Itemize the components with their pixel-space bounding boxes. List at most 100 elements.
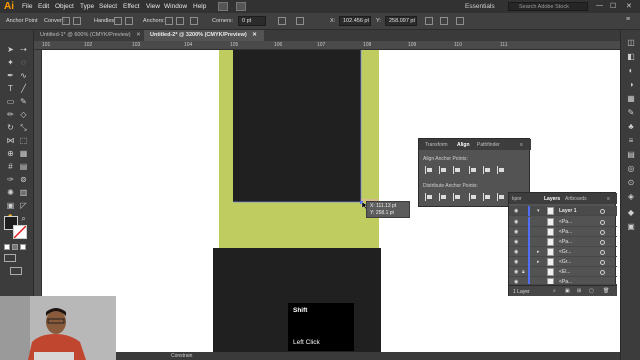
color-icon[interactable]: ◐ [626, 66, 636, 76]
gradient-icon[interactable]: ▤ [626, 150, 636, 160]
distribute-vertical-center-icon[interactable] [439, 193, 447, 201]
dark-inner-shape[interactable] [233, 50, 361, 202]
layers-menu-icon[interactable]: ≡ [607, 196, 610, 202]
vertical-align-top-icon[interactable] [469, 166, 477, 174]
artboards-icon[interactable]: ▣ [626, 222, 636, 232]
tab-artboards[interactable]: Artboards [565, 196, 587, 202]
new-sublayer-icon[interactable]: ⊞ [577, 288, 581, 294]
symbols-icon[interactable]: ♣ [626, 122, 636, 132]
sublayer-thumbnail [547, 228, 554, 236]
distribute-anchor-points-label: Distribute Anchor Points: [423, 183, 478, 189]
layers-panel: kpor Layers Artboards ≡ ◉ ▾ Layer 1 ◉ <P… [508, 192, 617, 296]
tooltip-y: Y: 258.1 pt [370, 210, 394, 216]
tab-export[interactable]: kpor [512, 196, 522, 202]
key-shift: Shift [293, 307, 308, 314]
sublayer-name[interactable]: <Gr... [559, 257, 571, 267]
layers-icon[interactable]: ◆ [626, 208, 636, 218]
sublayer-name[interactable]: <Pa... [559, 277, 572, 284]
align-anchor-points-label: Align Anchor Points: [423, 156, 468, 162]
layer-color-bar [528, 257, 530, 267]
libraries-icon[interactable]: ◧ [626, 52, 636, 62]
distribute-left-icon[interactable] [469, 193, 477, 201]
sublayer-thumbnail [547, 218, 554, 226]
layer-row[interactable]: ◉ ▾ Layer 1 [509, 206, 617, 216]
vertical-align-center-icon[interactable] [483, 166, 491, 174]
expand-chevron-icon[interactable]: ▸ [537, 247, 540, 257]
presenter-image [0, 296, 116, 360]
layer-color-bar [528, 247, 530, 257]
target-circle-icon[interactable] [600, 230, 605, 235]
horizontal-align-right-icon[interactable] [453, 166, 461, 174]
expand-chevron-icon[interactable]: ▸ [537, 257, 540, 267]
sublayer-name[interactable]: <El... [559, 267, 571, 277]
visibility-eye-icon[interactable]: ◉ [514, 237, 518, 247]
tab-align[interactable]: Align [457, 142, 470, 148]
sublayer-row[interactable]: ◉ <Pa... [509, 227, 617, 237]
sublayer-row[interactable]: ◉ <Pa... [509, 277, 617, 285]
presenter-webcam [0, 296, 116, 360]
new-layer-icon[interactable]: ▢ [589, 288, 594, 294]
sublayer-thumbnail [547, 268, 554, 276]
delete-layer-icon[interactable]: 🗑︎ [603, 288, 609, 294]
layer-color-bar [528, 267, 530, 277]
brushes-icon[interactable]: ✎ [626, 108, 636, 118]
sublayer-row[interactable]: ◉ ▸ <Gr... [509, 257, 617, 267]
tab-transform[interactable]: Transform [425, 142, 448, 148]
keystroke-overlay: Shift Left Click [288, 303, 354, 351]
sublayer-thumbnail [547, 238, 554, 246]
expand-chevron-icon[interactable]: ▾ [537, 206, 540, 216]
layer-color-bar [528, 217, 530, 227]
layer-count: 1 Layer [513, 289, 530, 295]
target-circle-icon[interactable] [600, 260, 605, 265]
transparency-icon[interactable]: ◎ [626, 164, 636, 174]
sublayer-row[interactable]: ◉ <Pa... [509, 217, 617, 227]
target-circle-icon[interactable] [600, 250, 605, 255]
tooltip-x: X: 111.13 pt [370, 203, 397, 209]
horizontal-align-left-icon[interactable] [425, 166, 433, 174]
distribute-bottom-icon[interactable] [453, 193, 461, 201]
target-circle-icon[interactable] [600, 240, 605, 245]
distribute-top-icon[interactable] [425, 193, 433, 201]
horizontal-align-center-icon[interactable] [439, 166, 447, 174]
distribute-right-icon[interactable] [497, 193, 505, 201]
sublayer-thumbnail [547, 248, 554, 256]
sublayer-name[interactable]: <Pa... [559, 227, 572, 237]
appearance-icon[interactable]: ⊙ [626, 178, 636, 188]
distribute-horizontal-center-icon[interactable] [483, 193, 491, 201]
target-circle-icon[interactable] [600, 220, 605, 225]
sublayer-name[interactable]: <Pa... [559, 237, 572, 247]
sublayer-row[interactable]: ◉ 🔒︎ <El... [509, 267, 617, 277]
make-clipping-mask-icon[interactable]: ▣ [565, 288, 570, 294]
visibility-eye-icon[interactable]: ◉ [514, 277, 518, 284]
visibility-eye-icon[interactable]: ◉ [514, 247, 518, 257]
status-bar: Constrain [34, 352, 620, 360]
visibility-eye-icon[interactable]: ◉ [514, 217, 518, 227]
visibility-eye-icon[interactable]: ◉ [514, 257, 518, 267]
swatches-icon[interactable]: ▦ [626, 94, 636, 104]
tab-layers[interactable]: Layers [544, 196, 560, 202]
align-panel-tabs: Transform Align Pathfinder ≡ [419, 139, 531, 150]
visibility-eye-icon[interactable]: ◉ [514, 227, 518, 237]
panel-menu-icon[interactable]: ≡ [520, 142, 523, 148]
layer-thumbnail [547, 207, 554, 215]
visibility-eye-icon[interactable]: ◉ [514, 206, 518, 216]
sublayer-name[interactable]: <Gr... [559, 247, 571, 257]
target-circle-icon[interactable] [600, 270, 605, 275]
status-label: Constrain [171, 353, 193, 359]
graphic-styles-icon[interactable]: ◈ [626, 192, 636, 202]
sublayer-row[interactable]: ◉ ▸ <Gr... [509, 247, 617, 257]
layer-color-bar [528, 277, 530, 284]
smart-guide-tooltip: X: 111.13 pt Y: 258.1 pt [366, 201, 410, 218]
layer-name[interactable]: Layer 1 [559, 206, 577, 216]
target-circle-icon[interactable] [600, 209, 605, 214]
lock-icon[interactable]: 🔒︎ [522, 267, 525, 277]
tab-pathfinder[interactable]: Pathfinder [477, 142, 500, 148]
sublayer-name[interactable]: <Pa... [559, 217, 572, 227]
properties-icon[interactable]: ◫ [626, 38, 636, 48]
vertical-align-bottom-icon[interactable] [497, 166, 505, 174]
sublayer-row[interactable]: ◉ <Pa... [509, 237, 617, 247]
color-guide-icon[interactable]: ◑ [626, 80, 636, 90]
stroke-icon[interactable]: ≡ [626, 136, 636, 146]
visibility-eye-icon[interactable]: ◉ [514, 267, 518, 277]
locate-object-icon[interactable]: ⌕ [553, 288, 556, 294]
